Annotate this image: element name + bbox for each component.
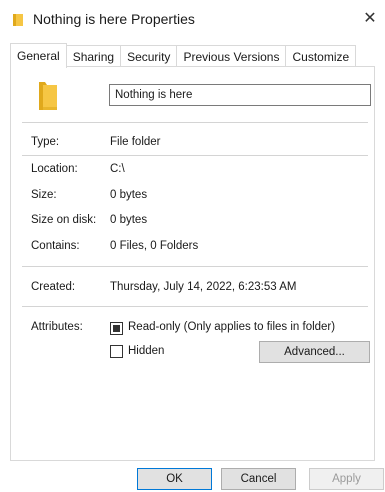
window-title: Nothing is here Properties bbox=[33, 11, 195, 27]
readonly-label[interactable]: Read-only (Only applies to files in fold… bbox=[128, 321, 335, 333]
divider bbox=[22, 306, 368, 307]
created-value: Thursday, July 14, 2022, 6:23:53 AM bbox=[110, 281, 297, 293]
created-label: Created: bbox=[31, 281, 76, 293]
type-label: Type: bbox=[31, 136, 60, 148]
hidden-checkbox[interactable] bbox=[110, 345, 123, 358]
general-tab-panel bbox=[10, 66, 375, 461]
tab-security[interactable]: Security bbox=[120, 45, 178, 68]
folder-icon bbox=[13, 14, 23, 26]
ok-button[interactable]: OK bbox=[137, 468, 212, 490]
attributes-label: Attributes: bbox=[31, 321, 83, 333]
contains-value: 0 Files, 0 Folders bbox=[110, 240, 199, 252]
hidden-label[interactable]: Hidden bbox=[128, 345, 164, 357]
size-on-disk-value: 0 bytes bbox=[110, 214, 148, 226]
location-label: Location: bbox=[31, 163, 78, 175]
location-value: C:\ bbox=[110, 163, 125, 175]
folder-name-input[interactable] bbox=[109, 84, 371, 106]
properties-dialog: Nothing is here Properties ✕ General Sha… bbox=[0, 0, 385, 492]
divider bbox=[22, 266, 368, 267]
tab-previous-versions[interactable]: Previous Versions bbox=[176, 45, 287, 68]
tab-customize[interactable]: Customize bbox=[285, 45, 357, 68]
close-button[interactable]: ✕ bbox=[355, 6, 385, 32]
divider bbox=[22, 155, 368, 156]
tab-general[interactable]: General bbox=[10, 43, 67, 68]
readonly-checkbox[interactable] bbox=[110, 322, 123, 335]
size-on-disk-label: Size on disk: bbox=[31, 214, 97, 226]
apply-button[interactable]: Apply bbox=[309, 468, 384, 490]
tab-strip: General Sharing Security Previous Versio… bbox=[10, 43, 357, 68]
divider bbox=[22, 122, 368, 123]
tab-sharing[interactable]: Sharing bbox=[65, 45, 122, 68]
size-value: 0 bytes bbox=[110, 189, 148, 201]
folder-icon bbox=[39, 82, 57, 110]
contains-label: Contains: bbox=[31, 240, 80, 252]
close-icon: ✕ bbox=[363, 10, 377, 27]
advanced-button[interactable]: Advanced... bbox=[259, 341, 370, 363]
size-label: Size: bbox=[31, 189, 57, 201]
cancel-button[interactable]: Cancel bbox=[221, 468, 296, 490]
type-value: File folder bbox=[110, 136, 161, 148]
title-bar[interactable]: Nothing is here Properties ✕ bbox=[0, 0, 385, 40]
